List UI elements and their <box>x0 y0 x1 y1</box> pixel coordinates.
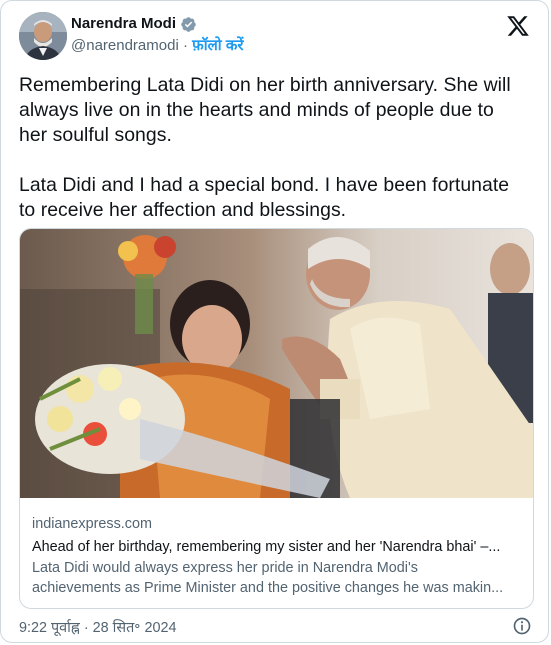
tweet-line: her soulful songs. <box>19 124 172 146</box>
tweet-line: Remembering Lata Didi on her birth anniv… <box>19 74 511 96</box>
tweet-line: always live on in the hearts and minds o… <box>19 99 494 121</box>
verified-badge-icon <box>181 16 196 32</box>
author-handle[interactable]: @narendramodi <box>71 37 179 54</box>
tweet-text: Remembering Lata Didi on her birth anniv… <box>19 73 534 223</box>
tweet-header: Narendra Modi @narendramodi · फ़ॉलो करें <box>19 12 530 62</box>
link-description-line: achievements as Prime Minister and the p… <box>32 580 504 596</box>
avatar-photo <box>19 12 67 60</box>
avatar[interactable] <box>19 12 67 60</box>
info-icon[interactable] <box>512 616 532 636</box>
link-meta: indianexpress.com Ahead of her birthday,… <box>32 514 523 598</box>
author-name[interactable]: Narendra Modi <box>71 14 176 34</box>
link-description: Lata Didi would always express her pride… <box>32 558 523 598</box>
link-description-line: Lata Didi would always express her pride… <box>32 560 418 576</box>
separator-dot: · <box>182 37 188 54</box>
tweet-timestamp[interactable]: 9:22 पूर्वाह्न · 28 सित॰ 2024 <box>19 618 176 637</box>
tweet-line: to receive her affection and blessings. <box>19 199 347 221</box>
follow-button[interactable]: फ़ॉलो करें <box>192 37 243 54</box>
link-preview-card[interactable]: indianexpress.com Ahead of her birthday,… <box>19 228 534 609</box>
author-info: Narendra Modi @narendramodi · फ़ॉलो करें <box>71 14 243 56</box>
tweet-embed-card: Narendra Modi @narendramodi · फ़ॉलो करें… <box>0 0 549 643</box>
link-preview-image <box>20 229 533 498</box>
x-logo-icon[interactable] <box>506 14 530 38</box>
link-title[interactable]: Ahead of her birthday, remembering my si… <box>32 537 523 557</box>
link-domain: indianexpress.com <box>32 516 152 532</box>
tweet-line: Lata Didi and I had a special bond. I ha… <box>19 174 510 196</box>
